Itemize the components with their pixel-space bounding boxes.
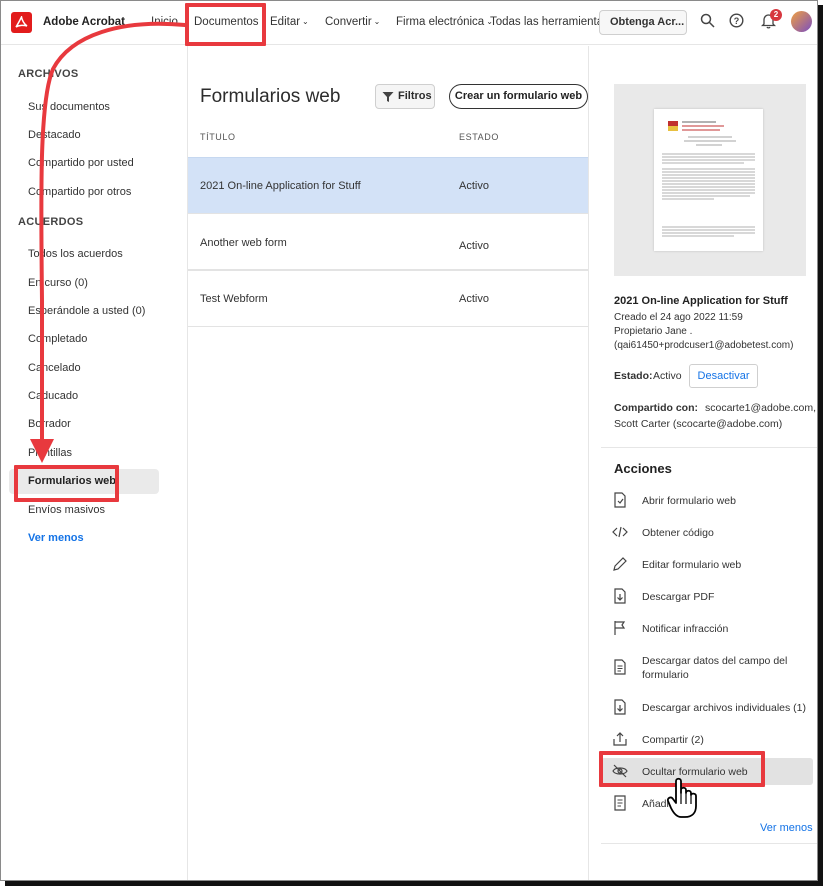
divider: [601, 843, 817, 844]
action-download-individual-files[interactable]: Descargar archivos individuales (1): [601, 698, 813, 718]
sidebar-ver-menos-link[interactable]: Ver menos: [28, 532, 84, 544]
sidebar-item-sus-documentos[interactable]: Sus documentos: [28, 101, 110, 113]
sidebar-section-archivos: ARCHIVOS: [18, 68, 79, 80]
action-label: Notificar infracción: [642, 623, 729, 635]
row-title: Test Webform: [200, 293, 268, 305]
nav-editar-label: Editar: [270, 16, 301, 28]
sidebar-item-borrador[interactable]: Borrador: [28, 418, 71, 430]
app-name: Adobe Acrobat: [43, 16, 125, 28]
detail-owner-email: (qai61450+prodcuser1@adobetest.com): [614, 340, 794, 351]
download-files-icon: [614, 699, 626, 715]
create-web-form-button[interactable]: Crear un formulario web: [449, 84, 588, 109]
nav-inicio[interactable]: Inicio: [151, 16, 178, 28]
column-header-status[interactable]: ESTADO: [459, 132, 499, 142]
open-document-icon: [614, 492, 626, 508]
actions-ver-menos-link[interactable]: Ver menos: [760, 822, 813, 834]
action-report-abuse[interactable]: Notificar infracción: [601, 619, 813, 639]
sidebar-item-compartido-por-otros[interactable]: Compartido por otros: [28, 186, 131, 198]
acrobat-window: Adobe Acrobat Inicio Documentos Editar ⌄ …: [0, 0, 818, 881]
pencil-icon: [613, 557, 627, 571]
row-status: Activo: [459, 180, 489, 192]
sidebar-section-acuerdos: ACUERDOS: [18, 216, 84, 228]
action-get-code[interactable]: Obtener código: [601, 523, 813, 543]
page-title: Formularios web: [200, 86, 341, 107]
status-value: Activo: [653, 370, 682, 382]
detail-created: Creado el 24 ago 2022 11:59: [614, 312, 743, 323]
action-label: Obtener código: [642, 527, 714, 539]
action-download-pdf[interactable]: Descargar PDF: [601, 587, 813, 607]
action-label: Abrir formulario web: [642, 495, 736, 507]
document-thumbnail[interactable]: [614, 84, 806, 276]
action-edit-web-form[interactable]: Editar formulario web: [601, 555, 813, 575]
filter-icon: [382, 92, 394, 102]
action-label: Descargar archivos individuales (1): [642, 702, 806, 714]
actions-title: Acciones: [614, 461, 672, 476]
top-bar: Adobe Acrobat Inicio Documentos Editar ⌄ …: [1, 1, 817, 45]
sidebar-item-todos-acuerdos[interactable]: Todos los acuerdos: [28, 248, 123, 260]
action-label: Añadir: [642, 798, 673, 810]
divider: [601, 447, 817, 448]
table-row[interactable]: Test Webform Activo: [188, 270, 588, 327]
svg-text:?: ?: [734, 16, 740, 26]
detail-owner: Propietario Jane .: [614, 326, 693, 337]
status-label: Estado:: [614, 370, 653, 382]
action-label: Descargar PDF: [642, 591, 715, 603]
nav-firma[interactable]: Firma electrónica ⌄: [396, 16, 493, 28]
deactivate-button[interactable]: Desactivar: [689, 364, 758, 388]
thumbnail-page: [654, 109, 763, 251]
nav-firma-label: Firma electrónica: [396, 16, 485, 28]
highlight-documentos: [185, 3, 266, 46]
nav-convertir[interactable]: Convertir ⌄: [325, 16, 380, 28]
help-icon[interactable]: ?: [729, 13, 744, 31]
sidebar-item-cancelado[interactable]: Cancelado: [28, 362, 81, 374]
shared-value-2: Scott Carter (scocarte@adobe.com): [614, 418, 783, 430]
acrobat-logo-icon[interactable]: [11, 12, 32, 33]
filter-button-label: Filtros: [398, 90, 432, 102]
shared-value-1: scocarte1@adobe.com,: [705, 402, 817, 414]
highlight-ocultar: [599, 751, 765, 787]
search-icon[interactable]: [700, 13, 715, 31]
detail-title: 2021 On-line Application for Stuff: [614, 295, 788, 307]
sidebar-item-caducado[interactable]: Caducado: [28, 390, 78, 402]
action-share[interactable]: Compartir (2): [601, 730, 813, 750]
action-open-web-form[interactable]: Abrir formulario web: [601, 491, 813, 511]
download-pdf-icon: [614, 588, 626, 604]
table-row[interactable]: Another web form Activo: [188, 213, 588, 270]
sidebar-item-compartido-por-usted[interactable]: Compartido por usted: [28, 157, 134, 169]
row-status: Activo: [459, 293, 489, 305]
notification-badge: 2: [770, 9, 782, 21]
sidebar-item-completado[interactable]: Completado: [28, 333, 87, 345]
nav-editar[interactable]: Editar ⌄: [270, 16, 309, 28]
add-document-icon: [614, 795, 626, 811]
download-data-icon: [614, 659, 626, 675]
sidebar-item-esperandole[interactable]: Esperándole a usted (0): [28, 305, 145, 317]
shared-label: Compartido con:: [614, 402, 698, 414]
action-label: Compartir (2): [642, 734, 704, 746]
nav-todas-herramientas[interactable]: Todas las herramientas: [490, 16, 609, 28]
highlight-formularios-web: [14, 465, 119, 502]
sidebar-item-envios-masivos[interactable]: Envíos masivos: [28, 504, 105, 516]
row-title: Another web form: [200, 237, 287, 249]
column-header-title[interactable]: TÍTULO: [200, 132, 236, 142]
share-icon: [613, 732, 627, 746]
action-download-field-data[interactable]: Descargar datos del campo del formulario: [601, 653, 813, 685]
filter-button[interactable]: Filtros: [375, 84, 435, 109]
action-add[interactable]: Añadir: [601, 794, 813, 814]
flag-icon: [614, 621, 626, 635]
avatar[interactable]: [791, 11, 812, 32]
table-row[interactable]: 2021 On-line Application for Stuff Activ…: [188, 157, 588, 214]
divider: [588, 46, 589, 880]
sidebar-item-destacado[interactable]: Destacado: [28, 129, 81, 141]
row-title: 2021 On-line Application for Stuff: [200, 180, 361, 192]
nav-convertir-label: Convertir: [325, 16, 372, 28]
action-label: Descargar datos del campo del formulario: [642, 655, 788, 681]
chevron-down-icon: ⌄: [302, 17, 309, 26]
row-status: Activo: [459, 240, 489, 252]
action-label: Editar formulario web: [642, 559, 742, 571]
sidebar-item-en-curso[interactable]: En curso (0): [28, 277, 88, 289]
sidebar-item-plantillas[interactable]: Plantillas: [28, 447, 72, 459]
get-acrobat-button[interactable]: Obtenga Acr...: [599, 10, 687, 35]
chevron-down-icon: ⌄: [373, 17, 381, 26]
code-icon: [612, 526, 628, 538]
